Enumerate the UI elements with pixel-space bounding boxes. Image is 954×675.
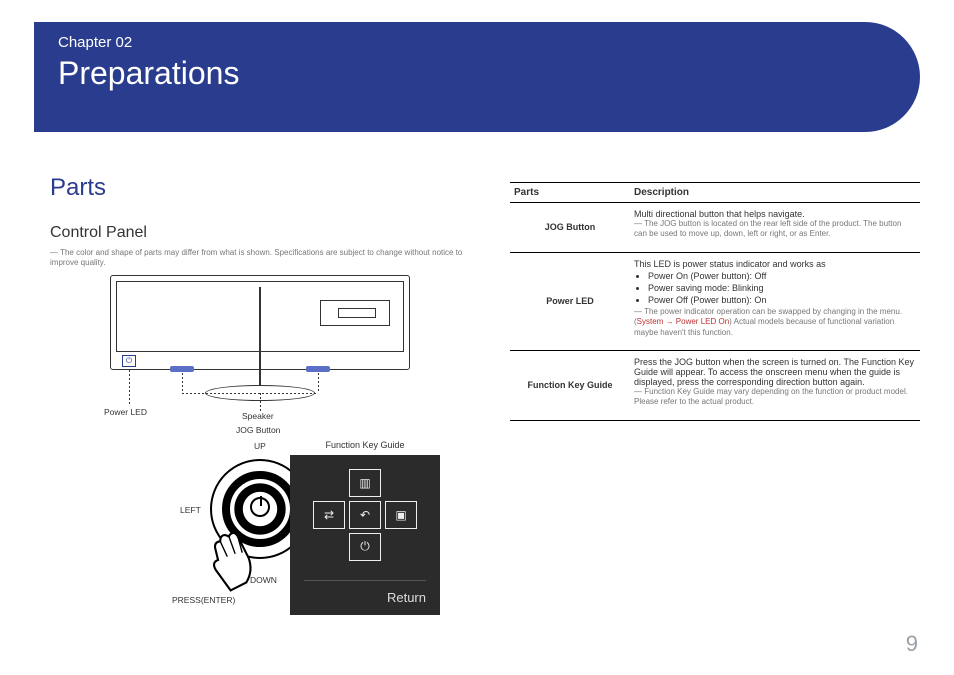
callout-line xyxy=(260,393,261,411)
speaker-bar-left xyxy=(170,366,194,372)
fkg-power-icon: ⏻ xyxy=(349,533,381,561)
left-column: Parts Control Panel The color and shape … xyxy=(50,160,470,615)
fkg-divider xyxy=(304,580,426,581)
fkg-blank xyxy=(385,533,417,561)
chapter-title: Preparations xyxy=(58,55,896,92)
label-fkg: Function Key Guide xyxy=(290,440,440,450)
function-key-guide: Function Key Guide ▥ ⇄ ↶ ▣ ⏻ Return xyxy=(290,455,440,615)
chapter-banner: Chapter 02 Preparations xyxy=(34,22,920,132)
row-note: The JOG button is located on the rear le… xyxy=(634,219,916,240)
fkg-return: Return xyxy=(387,590,426,605)
callout-line xyxy=(182,393,318,394)
stand-neck xyxy=(259,287,261,387)
row-note: Function Key Guide may vary depending on… xyxy=(634,387,916,408)
col-desc: Description xyxy=(630,183,920,203)
jog-area: JOG Button UP LEFT RIGHT DOWN PRESS(ENTE… xyxy=(110,425,410,615)
row-name: Power LED xyxy=(510,252,630,350)
row-main: Press the JOG button when the screen is … xyxy=(634,357,916,387)
row-name: JOG Button xyxy=(510,203,630,253)
monitor-diagram: ⏻ Power LED Speaker JOG Button UP LEFT R… xyxy=(50,275,470,615)
label-jog: JOG Button xyxy=(236,425,280,435)
disclaimer-note: The color and shape of parts may differ … xyxy=(50,248,470,269)
back-icon: ↶ xyxy=(349,501,381,529)
connector-port xyxy=(338,308,376,318)
label-left: LEFT xyxy=(180,505,201,515)
row-name: Function Key Guide xyxy=(510,350,630,420)
label-press: PRESS(ENTER) xyxy=(172,595,235,605)
row-note: The power indicator operation can be swa… xyxy=(634,307,916,338)
callout-line xyxy=(318,373,319,393)
fkg-blank xyxy=(385,469,417,497)
pip-icon: ▣ xyxy=(385,501,417,529)
row-main: Multi directional button that helps navi… xyxy=(634,209,916,219)
source-icon: ⇄ xyxy=(313,501,345,529)
parts-table: Parts Description JOG Button Multi direc… xyxy=(510,182,920,421)
callout-line xyxy=(129,370,130,405)
power-led-indicator: ⏻ xyxy=(122,355,136,367)
row-bullets: Power On (Power button): Off Power savin… xyxy=(648,271,916,305)
row-desc: Multi directional button that helps navi… xyxy=(630,203,920,253)
chapter-label: Chapter 02 xyxy=(58,34,896,51)
label-power-led: Power LED xyxy=(104,407,147,417)
right-column: Parts Description JOG Button Multi direc… xyxy=(510,160,920,615)
speaker-bar-right xyxy=(306,366,330,372)
col-parts: Parts xyxy=(510,183,630,203)
parts-heading: Parts xyxy=(50,174,470,202)
row-jog: JOG Button Multi directional button that… xyxy=(510,203,920,253)
fkg-blank xyxy=(313,533,345,561)
row-powerled: Power LED This LED is power status indic… xyxy=(510,252,920,350)
bullet: Power On (Power button): Off xyxy=(648,271,916,281)
control-panel-heading: Control Panel xyxy=(50,224,470,242)
bullet: Power Off (Power button): On xyxy=(648,295,916,305)
bullet: Power saving mode: Blinking xyxy=(648,283,916,293)
row-desc: Press the JOG button when the screen is … xyxy=(630,350,920,420)
callout-line xyxy=(182,373,183,393)
page-number: 9 xyxy=(906,631,918,657)
fkg-blank xyxy=(313,469,345,497)
row-fkg: Function Key Guide Press the JOG button … xyxy=(510,350,920,420)
page-content: Parts Control Panel The color and shape … xyxy=(50,160,920,615)
row-main: This LED is power status indicator and w… xyxy=(634,259,916,269)
label-speaker: Speaker xyxy=(242,411,274,421)
menu-icon: ▥ xyxy=(349,469,381,497)
row-desc: This LED is power status indicator and w… xyxy=(630,252,920,350)
note-red: System → Power LED On xyxy=(637,317,729,326)
label-up: UP xyxy=(254,441,266,451)
